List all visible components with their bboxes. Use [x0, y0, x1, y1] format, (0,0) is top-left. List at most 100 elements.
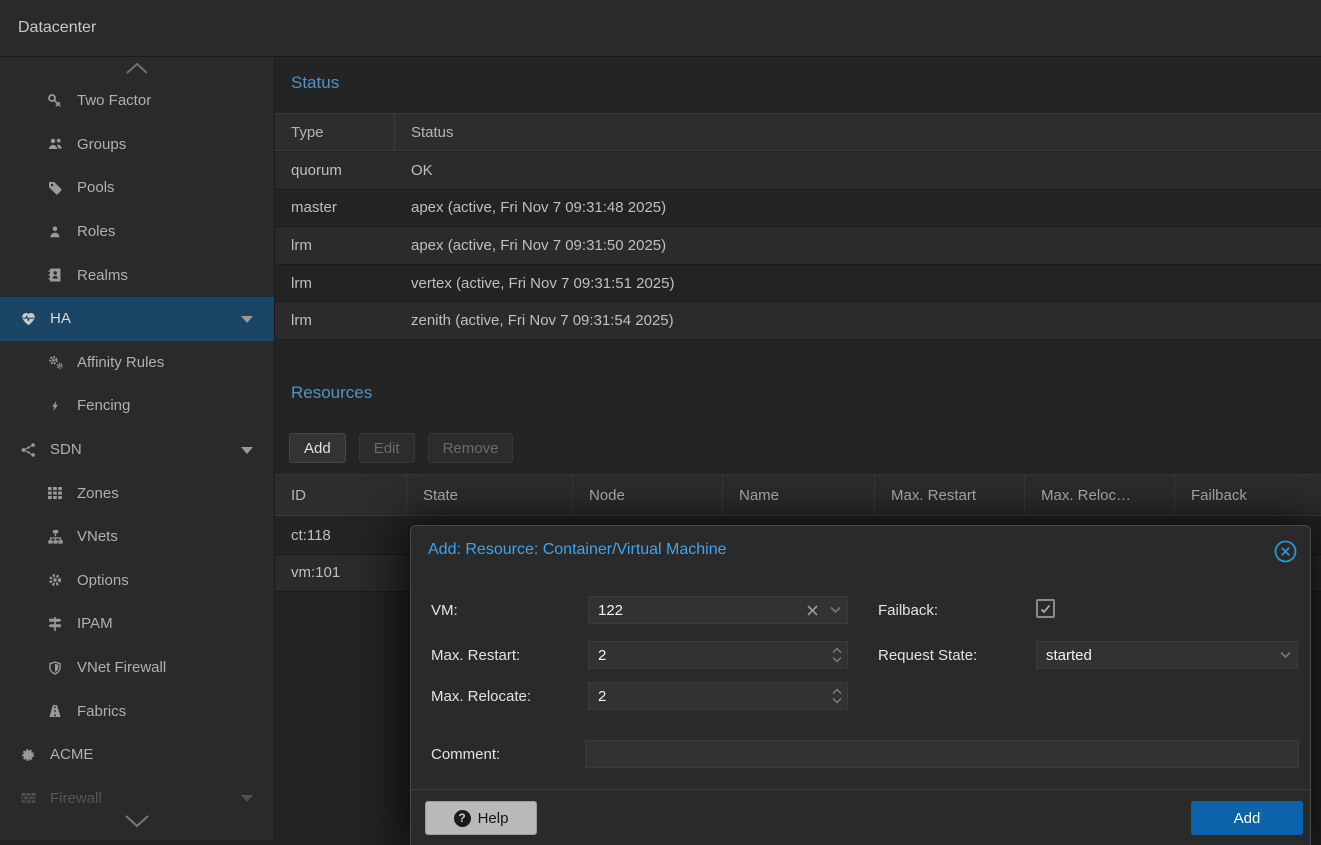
column-header-node[interactable]: Node: [573, 475, 723, 515]
request-state-value: started: [1037, 647, 1273, 664]
failback-checkbox[interactable]: [1036, 599, 1055, 618]
sidebar-item-pools[interactable]: Pools: [0, 166, 274, 210]
chevron-down-icon[interactable]: [823, 606, 847, 614]
clear-icon[interactable]: [801, 605, 823, 616]
status-row-lrm-apex[interactable]: lrm apex (active, Fri Nov 7 09:31:50 202…: [275, 227, 1321, 265]
status-section-title: Status: [275, 73, 1321, 93]
gears-icon: [45, 354, 65, 370]
help-button[interactable]: ? Help: [425, 801, 537, 835]
column-header-status[interactable]: Status: [395, 114, 1321, 150]
column-header-name[interactable]: Name: [723, 475, 875, 515]
sidebar-item-label: Two Factor: [77, 92, 151, 109]
status-row-lrm-vertex[interactable]: lrm vertex (active, Fri Nov 7 09:31:51 2…: [275, 265, 1321, 303]
sidebar-item-label: VNet Firewall: [77, 659, 166, 676]
max-restart-field[interactable]: [588, 641, 848, 669]
dialog-add-button[interactable]: Add: [1191, 801, 1303, 835]
sidebar-scroll-down[interactable]: [0, 808, 274, 834]
cell-id: vm:101: [291, 564, 340, 581]
sidebar-item-fabrics[interactable]: Fabrics: [0, 689, 274, 733]
sidebar-item-groups[interactable]: Groups: [0, 123, 274, 167]
sidebar-item-ha[interactable]: HA: [0, 297, 274, 341]
sidebar-item-label: HA: [50, 310, 71, 327]
tag-icon: [45, 180, 65, 196]
sidebar-item-vnet-firewall[interactable]: VNet Firewall: [0, 646, 274, 690]
comment-field[interactable]: [585, 740, 1299, 768]
max-relocate-field[interactable]: [588, 682, 848, 710]
dialog-titlebar[interactable]: Add: Resource: Container/Virtual Machine: [411, 526, 1310, 576]
cell-status: vertex (active, Fri Nov 7 09:31:51 2025): [395, 265, 1321, 302]
cell-status: apex (active, Fri Nov 7 09:31:50 2025): [395, 227, 1321, 264]
grid-icon: [45, 485, 65, 501]
dialog-title: Add: Resource: Container/Virtual Machine: [428, 541, 727, 559]
cell-status: zenith (active, Fri Nov 7 09:31:54 2025): [395, 302, 1321, 339]
request-state-select[interactable]: started: [1036, 641, 1298, 669]
add-button[interactable]: Add: [289, 433, 346, 463]
chevron-up-icon: [124, 62, 150, 75]
cell-status: apex (active, Fri Nov 7 09:31:48 2025): [395, 190, 1321, 227]
cell-type: master: [275, 190, 395, 227]
sitemap-icon: [45, 529, 65, 545]
sidebar-item-label: ACME: [50, 746, 93, 763]
caret-down-icon: [240, 444, 254, 456]
status-table-body: quorum OK master apex (active, Fri Nov 7…: [275, 152, 1321, 340]
failback-label: Failback:: [878, 602, 938, 619]
sidebar-item-affinity-rules[interactable]: Affinity Rules: [0, 341, 274, 385]
sidebar-item-options[interactable]: Options: [0, 559, 274, 603]
spinner-control[interactable]: [827, 683, 847, 709]
edit-button[interactable]: Edit: [359, 433, 415, 463]
sidebar-scroll-up[interactable]: [0, 57, 274, 79]
column-header-type[interactable]: Type: [275, 114, 395, 150]
column-header-id[interactable]: ID: [275, 475, 407, 515]
sidebar-item-label: Pools: [77, 179, 115, 196]
remove-button[interactable]: Remove: [428, 433, 514, 463]
sidebar-item-label: Realms: [77, 267, 128, 284]
comment-input[interactable]: [586, 741, 1298, 767]
max-restart-input[interactable]: [589, 642, 827, 668]
column-header-max-restart[interactable]: Max. Restart: [875, 475, 1025, 515]
status-table-header: Type Status: [275, 113, 1321, 151]
vm-combo[interactable]: [588, 596, 848, 624]
add-resource-dialog: Add: Resource: Container/Virtual Machine…: [410, 525, 1311, 845]
sidebar-item-label: Fencing: [77, 397, 130, 414]
sidebar-item-fencing[interactable]: Fencing: [0, 384, 274, 428]
sidebar-item-zones[interactable]: Zones: [0, 471, 274, 515]
status-row-quorum[interactable]: quorum OK: [275, 152, 1321, 190]
top-bar: Datacenter: [0, 0, 1321, 57]
comment-label: Comment:: [431, 746, 500, 763]
spinner-control[interactable]: [827, 642, 847, 668]
vm-input[interactable]: [589, 597, 801, 623]
signpost-icon: [45, 616, 65, 632]
key-icon: [45, 93, 65, 109]
user-icon: [45, 224, 65, 240]
column-header-max-relocate[interactable]: Max. Reloc…: [1025, 475, 1175, 515]
heartbeat-icon: [18, 311, 38, 327]
resources-section-title: Resources: [275, 383, 1321, 403]
sidebar-item-ipam[interactable]: IPAM: [0, 602, 274, 646]
resources-toolbar: Add Edit Remove: [275, 425, 1321, 471]
sidebar-item-sdn[interactable]: SDN: [0, 428, 274, 472]
status-row-master[interactable]: master apex (active, Fri Nov 7 09:31:48 …: [275, 190, 1321, 228]
max-relocate-input[interactable]: [589, 683, 827, 709]
column-header-state[interactable]: State: [407, 475, 573, 515]
sidebar-item-realms[interactable]: Realms: [0, 253, 274, 297]
sidebar-item-label: Fabrics: [77, 703, 126, 720]
sidebar-item-label: Affinity Rules: [77, 354, 164, 371]
sidebar-item-vnets[interactable]: VNets: [0, 515, 274, 559]
cell-type: quorum: [275, 152, 395, 189]
sidebar-item-two-factor[interactable]: Two Factor: [0, 79, 274, 123]
sidebar-item-label: IPAM: [77, 615, 113, 632]
close-icon[interactable]: [1273, 539, 1298, 564]
column-header-failback[interactable]: Failback: [1175, 475, 1321, 515]
sidebar-item-label: Options: [77, 572, 129, 589]
cell-type: lrm: [275, 227, 395, 264]
status-row-lrm-zenith[interactable]: lrm zenith (active, Fri Nov 7 09:31:54 2…: [275, 302, 1321, 340]
sidebar-item-acme[interactable]: ACME: [0, 733, 274, 777]
sidebar-item-label: SDN: [50, 441, 82, 458]
cell-type: lrm: [275, 302, 395, 339]
users-icon: [45, 136, 65, 152]
chevron-down-icon: [123, 814, 151, 828]
cell-status: OK: [395, 152, 1321, 189]
sidebar-item-label: Groups: [77, 136, 126, 153]
footer-separator: [411, 789, 1310, 790]
sidebar-item-roles[interactable]: Roles: [0, 210, 274, 254]
